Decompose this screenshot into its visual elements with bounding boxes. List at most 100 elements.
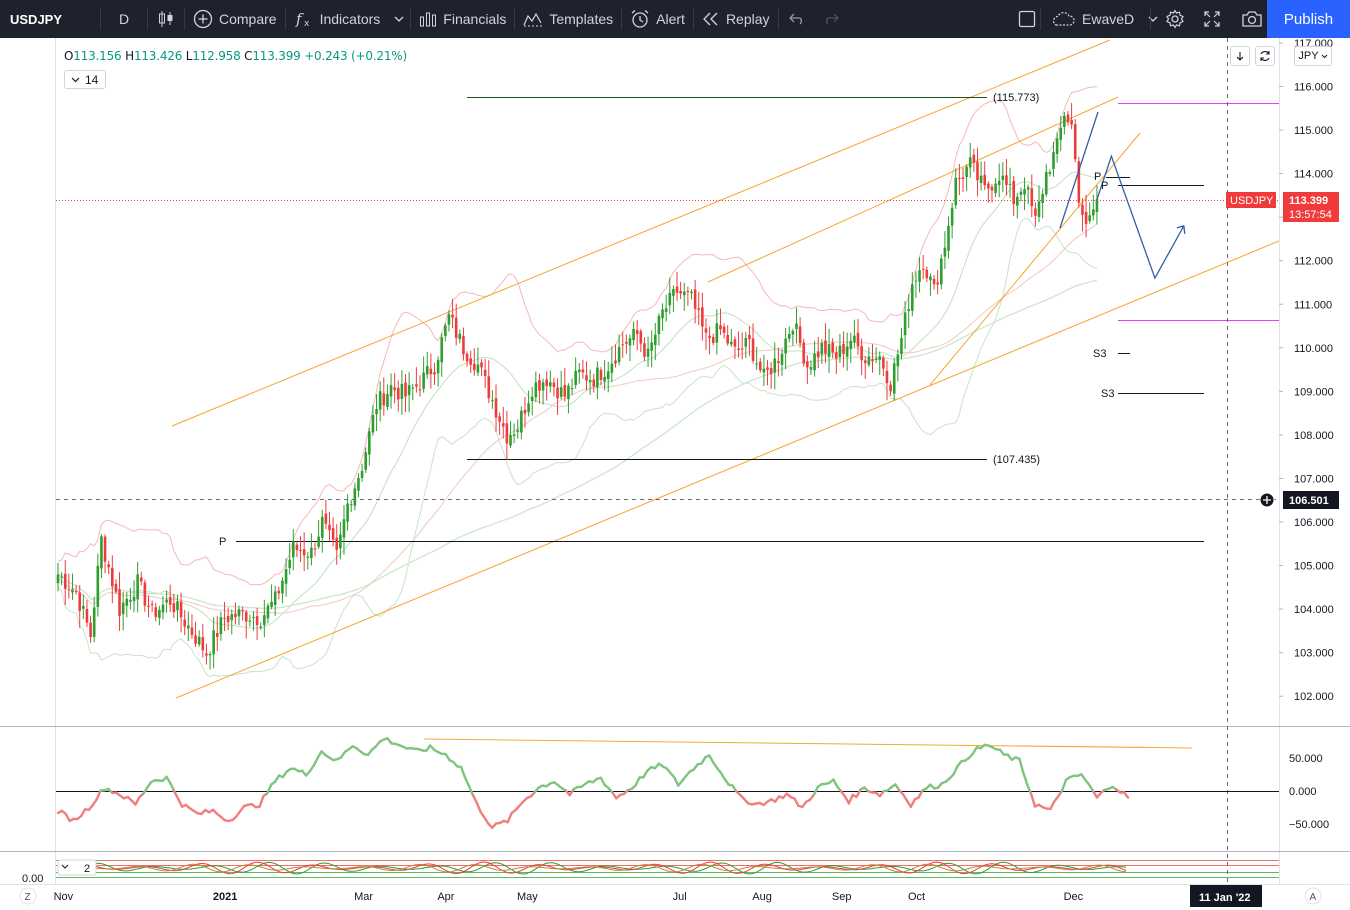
time-tick: May xyxy=(517,891,538,903)
candle-body xyxy=(925,269,929,279)
fullscreen-button[interactable] xyxy=(1195,0,1229,38)
candle-body xyxy=(313,548,317,550)
candle-body xyxy=(266,605,270,619)
candle-body xyxy=(892,363,896,394)
candle-body xyxy=(454,317,458,338)
layout-select-button[interactable] xyxy=(1010,0,1044,38)
time-tick: Apr xyxy=(437,891,454,903)
candle-body xyxy=(784,338,787,354)
candle-body xyxy=(1048,172,1052,174)
chart-canvas[interactable]: (115.773) (107.435) P P P S3 S3 117.0001… xyxy=(0,38,1350,910)
indicators-dropdown[interactable] xyxy=(388,0,410,38)
gear-icon xyxy=(1166,9,1184,29)
scale-left-button[interactable]: Z xyxy=(19,887,37,905)
price-tick: 102.000 xyxy=(1294,691,1334,703)
high-level-label: (115.773) xyxy=(993,92,1039,104)
candle-body xyxy=(845,346,849,357)
alert-button[interactable]: Alert xyxy=(622,0,693,38)
symbol-search-button[interactable]: USDJPY xyxy=(0,0,100,38)
candle-body xyxy=(1044,171,1048,195)
candle-body xyxy=(559,387,563,397)
candle-body xyxy=(538,380,541,391)
candle-body xyxy=(1055,138,1059,154)
time-tick: Oct xyxy=(908,891,925,903)
candle-body xyxy=(711,337,715,344)
change-value: +0.243 (+0.21%) xyxy=(304,49,407,63)
candle-body xyxy=(563,385,567,397)
indicator-period: 14 xyxy=(85,72,99,87)
publish-button[interactable]: Publish xyxy=(1267,0,1350,38)
indicators-button[interactable]: fx Indicators xyxy=(286,0,389,38)
candle-body xyxy=(806,361,809,368)
candle-body xyxy=(63,573,67,589)
candle-body xyxy=(368,431,371,455)
candle-body xyxy=(154,607,158,617)
auto-scale-button[interactable]: A xyxy=(1304,887,1322,905)
candle-body xyxy=(465,353,469,362)
candle-body xyxy=(512,434,516,436)
candle-body xyxy=(1005,175,1008,185)
candle-body xyxy=(661,309,664,319)
chart-type-button[interactable] xyxy=(148,0,184,38)
candle-body xyxy=(947,225,950,251)
candle-body xyxy=(1026,187,1030,190)
interval-button[interactable]: D xyxy=(101,0,147,38)
candle-body xyxy=(639,331,643,344)
candle-body xyxy=(831,342,834,353)
candle-body xyxy=(722,326,726,333)
templates-button[interactable]: Templates xyxy=(515,0,621,38)
candle-body xyxy=(983,174,987,186)
candle-body xyxy=(469,358,472,365)
currency-select[interactable]: JPY xyxy=(1294,46,1332,66)
settings-button[interactable] xyxy=(1157,0,1193,38)
candle-body xyxy=(976,161,979,181)
candle-body xyxy=(422,372,425,389)
candle-body xyxy=(853,335,856,343)
candle-body xyxy=(183,619,186,627)
svg-text:x: x xyxy=(304,19,310,29)
candle-body xyxy=(708,335,711,339)
candle-body xyxy=(914,280,918,282)
lower-pane-value: 0.00 xyxy=(22,873,43,885)
snapshot-button[interactable] xyxy=(1233,0,1271,38)
candle-body xyxy=(281,580,284,594)
indicators-label: Indicators xyxy=(319,11,381,27)
candle-body xyxy=(125,598,129,606)
redo-icon xyxy=(825,13,839,25)
time-tick: 2021 xyxy=(213,891,237,903)
layout-name-button[interactable]: EwaveD xyxy=(1042,0,1166,38)
candle-body xyxy=(690,291,693,294)
price-tick: 105.000 xyxy=(1294,561,1334,573)
candle-body xyxy=(541,382,545,391)
scroll-down-button[interactable] xyxy=(1230,46,1250,66)
oscillator-tick: 0.000 xyxy=(1289,786,1317,798)
candle-body xyxy=(353,488,357,506)
candle-body xyxy=(328,524,331,531)
candle-body xyxy=(415,384,418,387)
publish-label: Publish xyxy=(1283,10,1334,28)
candle-body xyxy=(223,617,226,619)
oscillator-tick: −50.000 xyxy=(1289,819,1329,831)
indicator-period-toggle[interactable]: 14 xyxy=(64,70,106,89)
candle-body xyxy=(215,633,219,637)
candle-body xyxy=(1070,119,1073,125)
alert-clock-icon xyxy=(631,10,649,28)
candle-body xyxy=(939,258,943,285)
candle-body xyxy=(382,393,386,406)
candle-body xyxy=(364,452,367,470)
candle-body xyxy=(85,608,89,623)
undo-button[interactable] xyxy=(779,0,815,38)
redo-button[interactable] xyxy=(815,0,847,38)
compare-button[interactable]: Compare xyxy=(185,0,285,38)
candle-body xyxy=(505,423,509,444)
replay-button[interactable]: Replay xyxy=(694,0,778,38)
financials-button[interactable]: Financials xyxy=(411,0,514,38)
candle-body xyxy=(838,345,842,358)
candle-body xyxy=(632,328,635,341)
candle-body xyxy=(491,400,494,402)
candle-body xyxy=(950,207,954,226)
candle-body xyxy=(585,375,588,381)
candle-body xyxy=(610,363,614,373)
reset-chart-button[interactable] xyxy=(1255,46,1275,66)
close-value: 113.399 xyxy=(252,49,301,63)
